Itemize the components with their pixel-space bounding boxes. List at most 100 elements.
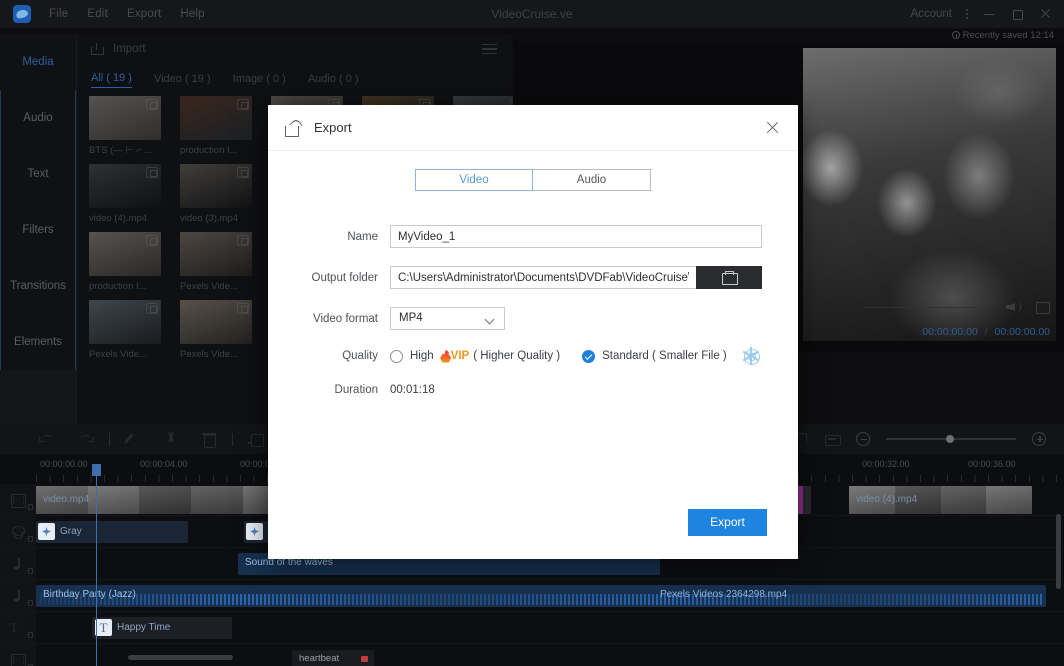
media-thumbnail[interactable] (180, 164, 252, 208)
timeline-track[interactable]: T Happy Time (36, 612, 1064, 644)
sidebar-item-audio[interactable]: Audio (1, 90, 75, 146)
minimize-icon[interactable] (982, 7, 996, 21)
vertical-scrollbar[interactable] (1056, 514, 1061, 589)
import-icon (91, 43, 104, 55)
track-header-filter[interactable] (0, 516, 36, 548)
menu-file[interactable]: File (49, 8, 68, 20)
zoom-slider-knob[interactable] (946, 434, 954, 443)
output-folder-label: Output folder (311, 271, 378, 284)
timeline-clip[interactable]: heartbeat (292, 650, 374, 666)
media-thumbnail[interactable] (180, 96, 252, 140)
clip-label: Gray (60, 526, 82, 537)
total-time: 00:00:00.00 (994, 326, 1050, 338)
lock-icon[interactable] (28, 632, 33, 638)
folder-browse-icon[interactable] (696, 266, 762, 289)
menu-export[interactable]: Export (127, 8, 161, 20)
gear-settings-icon[interactable] (742, 347, 760, 365)
track-header-video[interactable] (0, 484, 36, 516)
media-item[interactable]: production I... (180, 96, 257, 156)
sidebar-item-transitions[interactable]: Transitions (1, 258, 75, 314)
fullscreen-icon[interactable] (1035, 300, 1050, 314)
tab-audio[interactable]: Audio ( 0 ) (308, 73, 359, 88)
media-item[interactable]: video (4).mp4 (89, 164, 166, 224)
sidebar-item-filters[interactable]: Filters (1, 202, 75, 258)
horizontal-scrollbar[interactable] (128, 655, 233, 660)
zoom-out-icon[interactable] (856, 432, 870, 446)
maximize-icon[interactable] (1010, 7, 1024, 21)
account-button[interactable]: Account (910, 8, 952, 20)
import-button[interactable]: Import (113, 43, 146, 55)
export-button[interactable]: Export (688, 509, 767, 536)
tab-all[interactable]: All ( 19 ) (91, 72, 132, 88)
redo-icon[interactable] (78, 431, 94, 447)
media-thumbnail[interactable] (89, 96, 161, 140)
sidebar-item-label: Media (22, 56, 54, 68)
fit-to-window-icon[interactable] (824, 431, 841, 447)
close-icon[interactable] (764, 119, 782, 137)
quality-high-radio[interactable] (390, 349, 403, 363)
lock-icon[interactable] (28, 504, 33, 510)
track-header-video-2[interactable] (0, 644, 36, 666)
preview-controls (864, 300, 1050, 314)
video-format-row: Video format MP4 (268, 307, 798, 330)
name-input[interactable] (390, 225, 762, 248)
video-badge-icon (237, 235, 249, 246)
list-view-icon[interactable] (482, 43, 497, 55)
media-thumbnail[interactable] (89, 232, 161, 276)
media-thumbnail[interactable] (89, 300, 161, 344)
sidebar-item-text[interactable]: Text (1, 146, 75, 202)
zoom-slider[interactable] (886, 434, 1016, 443)
close-icon[interactable] (1038, 7, 1052, 21)
pen-edit-icon[interactable] (125, 431, 141, 447)
menu-bar: File Edit Export Help (49, 8, 205, 20)
volume-icon[interactable] (1006, 300, 1021, 314)
media-item[interactable]: Pexels Vide... (180, 232, 257, 292)
menu-edit[interactable]: Edit (87, 8, 108, 20)
more-vertical-icon[interactable] (966, 9, 968, 19)
track-headers: T (0, 484, 36, 666)
media-item[interactable]: BTS (— ⊢ ⌐ ... (89, 96, 166, 156)
lock-icon[interactable] (28, 536, 33, 542)
media-thumbnail[interactable] (180, 232, 252, 276)
lock-icon[interactable] (28, 600, 33, 606)
track-header-audio-2[interactable] (0, 580, 36, 612)
tab-image[interactable]: Image ( 0 ) (233, 73, 286, 88)
tab-video[interactable]: Video ( 19 ) (154, 73, 211, 88)
timecode-display: 00:00:00.00 / 00:00:00.00 (922, 326, 1050, 338)
output-folder-input[interactable] (390, 266, 696, 289)
timeline-clip[interactable]: Birthday Party (Jazz) (36, 585, 1046, 607)
media-item[interactable]: video (3).mp4 (180, 164, 257, 224)
ruler-label: 00:00:04.00 (140, 459, 188, 469)
media-item[interactable]: production I... (89, 232, 166, 292)
tab-video[interactable]: Video (415, 169, 533, 191)
timeline-clip[interactable]: video (4).mp4 (849, 486, 1032, 514)
quality-standard-radio[interactable] (582, 349, 596, 363)
media-item[interactable]: Pexels Vide... (180, 300, 257, 360)
media-item-name: production I... (89, 281, 147, 292)
undo-icon[interactable] (40, 431, 56, 447)
tab-audio[interactable]: Audio (533, 169, 651, 191)
timeline-clip[interactable]: Gray (36, 521, 188, 543)
quality-high-label: High (410, 350, 434, 362)
scissors-split-icon[interactable] (163, 431, 179, 447)
menu-help[interactable]: Help (180, 8, 204, 20)
audio-track-icon (10, 557, 26, 571)
sidebar-item-elements[interactable]: Elements (1, 314, 75, 370)
volume-slider[interactable] (864, 306, 992, 308)
video-format-select[interactable]: MP4 (390, 307, 505, 330)
track-header-audio-1[interactable] (0, 548, 36, 580)
media-thumbnail[interactable] (180, 300, 252, 344)
track-header-text[interactable]: T (0, 612, 36, 644)
trash-delete-icon[interactable] (201, 431, 217, 448)
media-thumbnail[interactable] (89, 164, 161, 208)
crop-icon[interactable] (248, 431, 264, 447)
sidebar-item-media[interactable]: Media (0, 34, 76, 90)
media-item[interactable]: Pexels Vide... (89, 300, 166, 360)
playhead[interactable] (92, 464, 101, 666)
timeline-track[interactable]: Birthday Party (Jazz) Pexels Videos 23642… (36, 580, 1064, 612)
lock-icon[interactable] (28, 568, 33, 574)
text-track-icon: T (10, 619, 18, 635)
zoom-in-icon[interactable] (1032, 432, 1046, 446)
timecode-separator: / (984, 326, 988, 338)
timeline-clip[interactable]: T Happy Time (92, 617, 232, 639)
